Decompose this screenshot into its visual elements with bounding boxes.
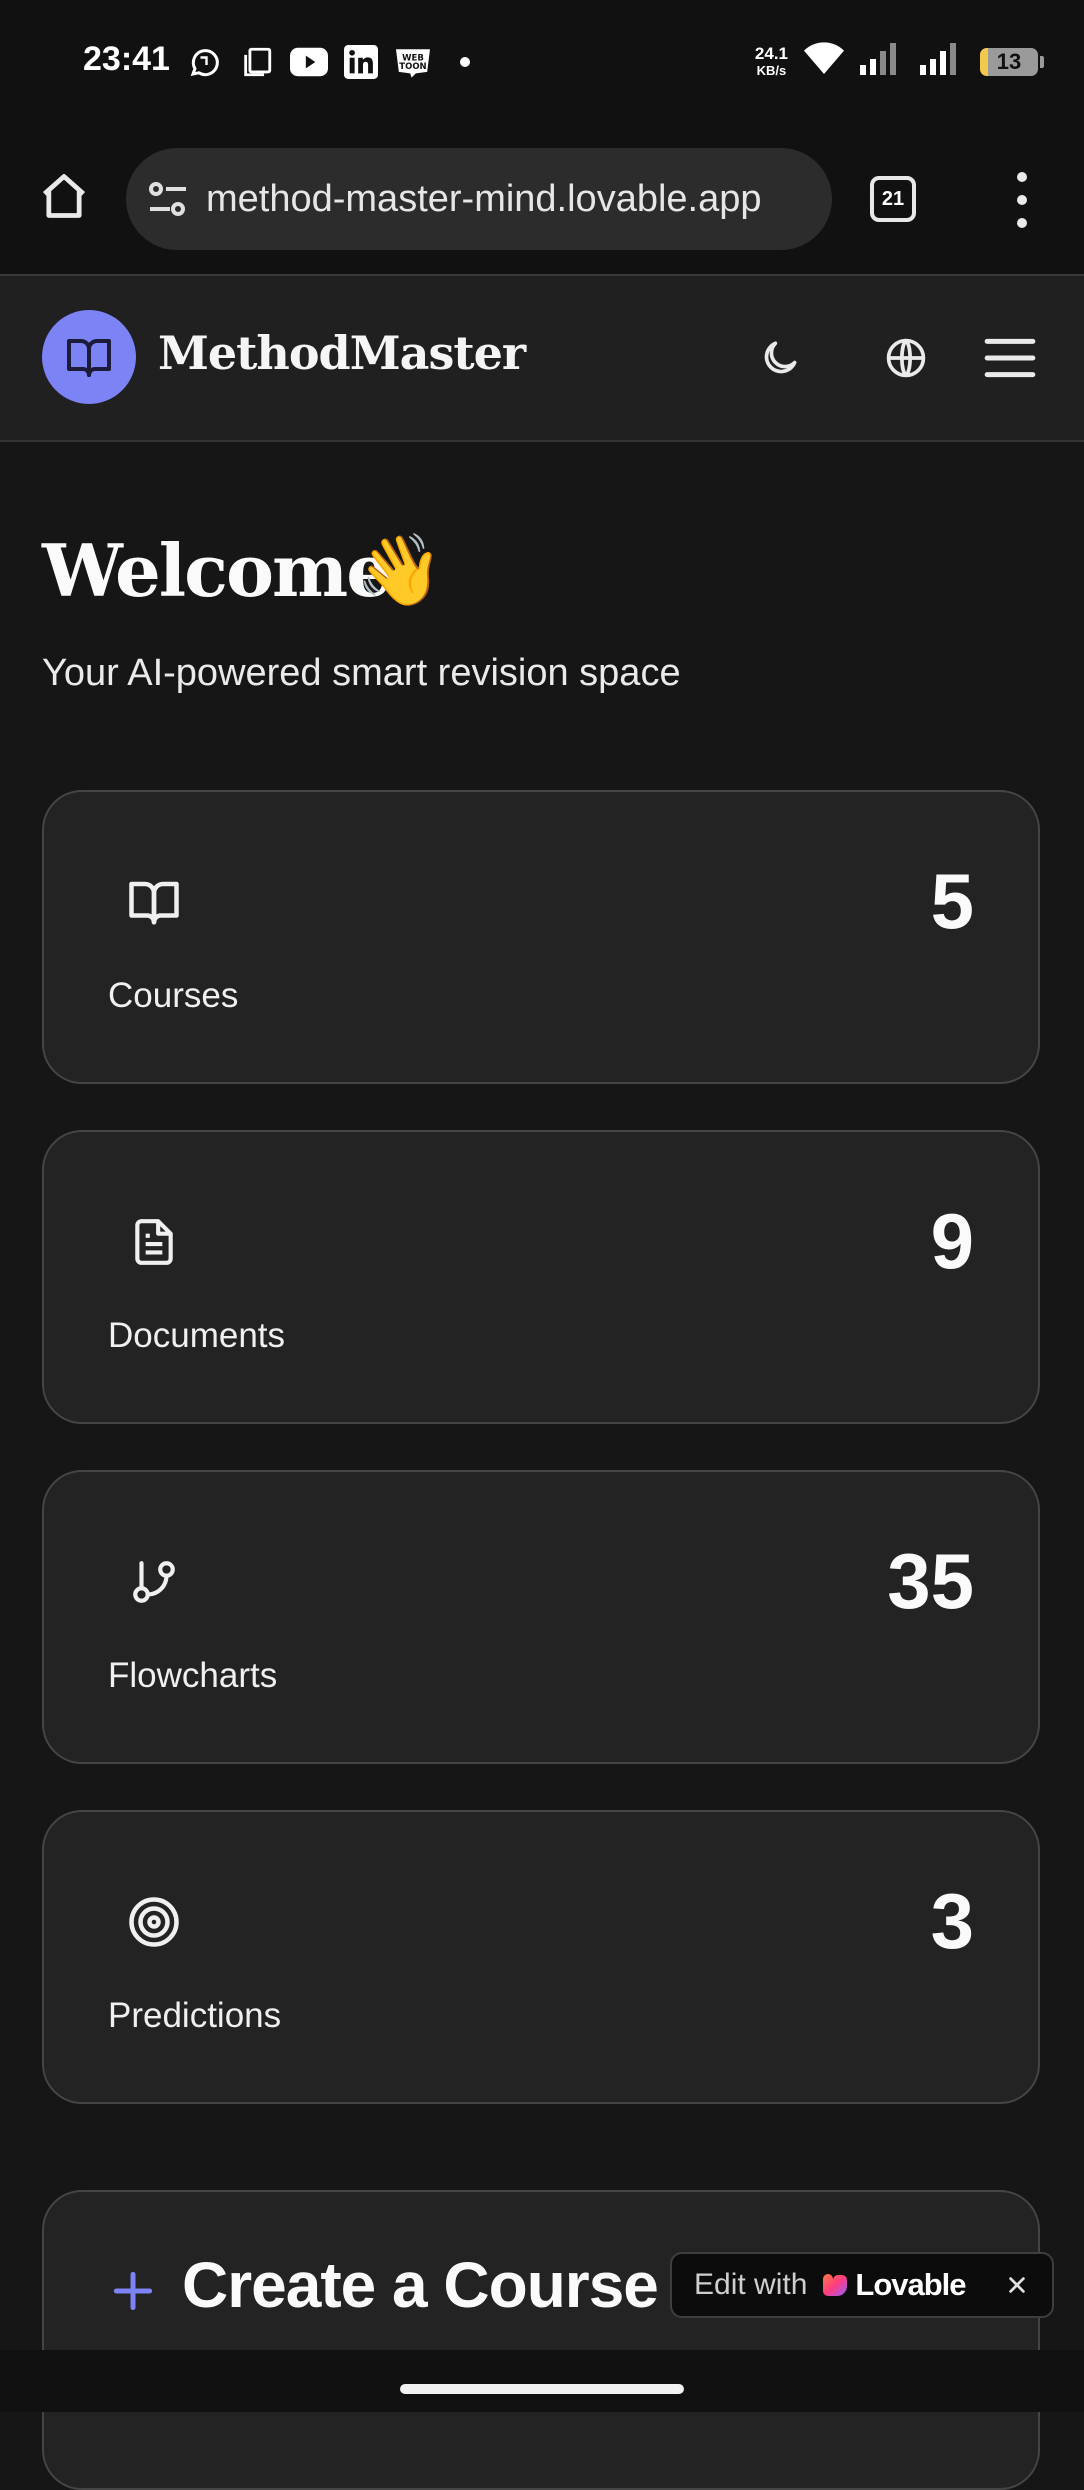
lovable-heart-icon xyxy=(823,2274,848,2296)
book-icon xyxy=(122,870,186,934)
create-course-card[interactable]: Create a Course xyxy=(42,2190,1040,2490)
lovable-brand: Lovable xyxy=(855,2267,966,2302)
app-header: MethodMaster xyxy=(0,276,1084,442)
browser-toolbar: method-master-mind.lovable.app 21 xyxy=(0,124,1084,276)
stat-value: 35 xyxy=(887,1537,974,1625)
gesture-handle[interactable] xyxy=(400,2384,684,2394)
stat-card-courses[interactable]: Courses 5 xyxy=(42,790,1040,1084)
address-bar[interactable]: method-master-mind.lovable.app xyxy=(126,148,832,250)
dot-icon xyxy=(446,44,484,80)
svg-text:TOON: TOON xyxy=(399,62,426,72)
page-title: Welcome xyxy=(42,528,392,613)
close-icon xyxy=(1009,2277,1025,2293)
page-subtitle: Your AI-powered smart revision space xyxy=(42,652,681,694)
battery-fill xyxy=(980,47,988,76)
waving-hand-emoji: 👋 xyxy=(356,531,444,609)
home-button[interactable] xyxy=(32,164,96,228)
whatsapp-business-icon xyxy=(186,44,224,80)
stat-label: Documents xyxy=(108,1316,286,1355)
document-icon xyxy=(122,1210,186,1274)
moon-icon xyxy=(764,341,797,374)
network-speed: 24.1 KB/s xyxy=(754,43,788,78)
hamburger-icon xyxy=(984,338,1036,378)
signal-icon xyxy=(860,43,904,80)
status-time: 23:41 xyxy=(83,40,170,78)
stat-card-predictions[interactable]: Predictions 3 xyxy=(42,1810,1040,2104)
globe-icon xyxy=(886,338,926,378)
linkedin-icon xyxy=(342,44,380,80)
plus-icon xyxy=(113,2271,153,2311)
stat-card-documents[interactable]: Documents 9 xyxy=(42,1130,1040,1424)
status-bar: 23:41 WEB TOON 24.1 KB/s 13 xyxy=(0,0,1084,124)
battery-icon: 13 xyxy=(980,47,1038,76)
stat-value: 5 xyxy=(930,857,974,945)
book-open-icon xyxy=(67,339,111,377)
stat-label: Predictions xyxy=(108,1996,282,2035)
menu-button[interactable] xyxy=(978,326,1042,390)
target-icon xyxy=(122,1890,186,1954)
status-right: 24.1 KB/s 13 xyxy=(755,42,1044,81)
edit-with-label: Edit with xyxy=(694,2268,808,2301)
youtube-icon xyxy=(290,44,328,80)
stat-label: Courses xyxy=(108,976,239,1015)
webtoon-icon: WEB TOON xyxy=(394,44,432,80)
stat-value: 3 xyxy=(930,1877,974,1965)
signal-icon-2 xyxy=(920,43,964,80)
copy-icon xyxy=(238,44,276,80)
url-text[interactable]: method-master-mind.lovable.app xyxy=(206,178,762,221)
site-settings-icon[interactable] xyxy=(144,175,192,223)
tab-switcher-button[interactable]: 21 xyxy=(870,176,916,222)
edit-with-lovable-badge[interactable]: Edit with Lovable xyxy=(670,2252,1054,2318)
stat-label: Flowcharts xyxy=(108,1656,278,1695)
battery-nub xyxy=(1040,55,1044,68)
wifi-icon xyxy=(804,42,844,81)
stat-value: 9 xyxy=(930,1197,974,1285)
language-button[interactable] xyxy=(874,326,938,390)
brand-name[interactable]: MethodMaster xyxy=(158,326,526,380)
stat-card-flowcharts[interactable]: Flowcharts 35 xyxy=(42,1470,1040,1764)
git-branch-icon xyxy=(122,1550,186,1614)
theme-toggle-button[interactable] xyxy=(748,326,812,390)
logo[interactable] xyxy=(42,310,136,404)
home-icon xyxy=(42,174,86,218)
system-navigation-area xyxy=(0,2350,1084,2412)
browser-menu-button[interactable] xyxy=(1004,168,1040,232)
create-course-title: Create a Course xyxy=(182,2249,659,2321)
notification-icons: WEB TOON xyxy=(186,44,484,80)
close-badge-button[interactable] xyxy=(1000,2268,1034,2302)
